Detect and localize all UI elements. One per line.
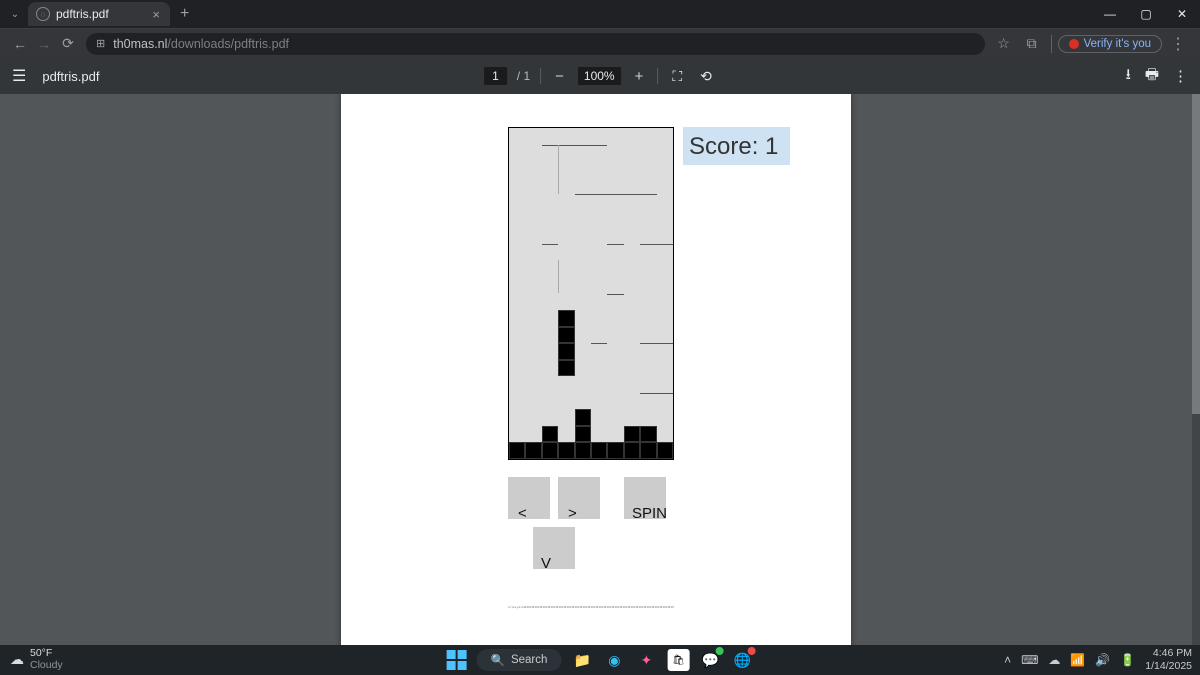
zoom-level[interactable]: 100%	[578, 67, 621, 85]
pdf-sidebar-toggle[interactable]: ☰	[12, 66, 26, 86]
url-path: /downloads/pdftris.pdf	[167, 37, 289, 51]
chrome-icon[interactable]: 🌐	[731, 649, 753, 671]
back-button[interactable]: ←	[8, 36, 32, 52]
date: 1/14/2025	[1145, 660, 1192, 673]
move-right-label: >	[568, 505, 577, 522]
move-down-button[interactable]	[533, 527, 575, 569]
onedrive-icon[interactable]: ☁	[1048, 653, 1060, 667]
pdf-filename: pdftris.pdf	[42, 69, 99, 84]
profile-dot-icon	[1069, 39, 1079, 49]
spin-label: SPIN	[632, 505, 667, 522]
zoom-out-button[interactable]: −	[551, 68, 568, 85]
close-tab-icon[interactable]: ×	[150, 7, 162, 22]
ms-store-icon[interactable]: 🛍	[667, 649, 689, 671]
address-bar[interactable]: ⊞ th0mas.nl/downloads/pdftris.pdf	[86, 33, 985, 55]
window-close-button[interactable]: ✕	[1164, 0, 1200, 28]
browser-menu-button[interactable]: ⋮	[1164, 34, 1192, 54]
copilot-icon[interactable]: ✦	[635, 649, 657, 671]
game-playfield	[508, 127, 674, 460]
keyboard-icon[interactable]: ⌨	[1021, 653, 1038, 667]
tab-list-dropdown[interactable]: ⌄	[6, 9, 24, 20]
site-info-icon[interactable]: ⊞	[96, 37, 105, 50]
score-display: Score: 1	[683, 127, 790, 165]
pdf-viewport[interactable]: Score: 1 < > SPIN V lv:key0isRRRRRRRRRRR…	[0, 94, 1192, 645]
wifi-icon[interactable]: 📶	[1070, 653, 1085, 667]
zoom-in-button[interactable]: +	[631, 68, 648, 85]
pdf-favicon: ◌	[36, 7, 50, 21]
extensions-icon[interactable]: ⧉	[1019, 35, 1045, 52]
browser-tab[interactable]: ◌ pdftris.pdf ×	[28, 2, 170, 26]
bookmark-star-icon[interactable]: ☆	[991, 35, 1017, 52]
page-number-input[interactable]: 1	[484, 67, 507, 85]
edge-icon[interactable]: ◉	[603, 649, 625, 671]
weather-widget[interactable]: ☁ 50°F Cloudy	[0, 648, 63, 671]
file-explorer-icon[interactable]: 📁	[571, 649, 593, 671]
scrollbar-thumb[interactable]	[1192, 94, 1200, 414]
start-button[interactable]	[447, 650, 467, 670]
whatsapp-icon[interactable]: 💬	[699, 649, 721, 671]
fit-page-icon[interactable]: ⛶	[668, 68, 686, 85]
search-placeholder: Search	[511, 654, 547, 666]
tab-title: pdftris.pdf	[56, 7, 150, 21]
new-tab-button[interactable]: +	[170, 5, 199, 23]
print-icon[interactable]: 🖶	[1145, 64, 1159, 89]
pdf-footer-text: lv:key0isRRRRRRRRRRRRRRRRRRRRRRRRRRRRRRR…	[508, 605, 674, 609]
cloud-icon: ☁	[10, 652, 24, 667]
tray-expand-icon[interactable]: ˄	[1004, 653, 1011, 667]
window-minimize-button[interactable]: ―	[1092, 0, 1128, 28]
weather-desc: Cloudy	[30, 660, 63, 672]
reload-button[interactable]: ⟳	[56, 35, 80, 52]
window-maximize-button[interactable]: ▢	[1128, 0, 1164, 28]
move-left-label: <	[518, 505, 527, 522]
pdf-menu-icon[interactable]: ⋮	[1173, 67, 1188, 85]
time: 4:46 PM	[1145, 647, 1192, 660]
forward-button[interactable]: →	[32, 36, 56, 52]
battery-icon[interactable]: 🔋	[1120, 653, 1135, 667]
search-icon: 🔍	[491, 653, 505, 667]
volume-icon[interactable]: 🔊	[1095, 653, 1110, 667]
move-right-button[interactable]	[558, 477, 600, 519]
clock[interactable]: 4:46 PM 1/14/2025	[1145, 647, 1192, 672]
url-host: th0mas.nl	[113, 37, 167, 51]
move-down-label: V	[541, 555, 551, 572]
verify-label: Verify it's you	[1084, 38, 1151, 50]
move-left-button[interactable]	[508, 477, 550, 519]
profile-verify-button[interactable]: Verify it's you	[1058, 35, 1162, 53]
rotate-icon[interactable]: ⟲	[696, 68, 716, 85]
pdf-page: Score: 1 < > SPIN V lv:key0isRRRRRRRRRRR…	[341, 94, 851, 645]
page-total: / 1	[517, 69, 530, 83]
taskbar-search[interactable]: 🔍 Search	[477, 649, 562, 671]
download-icon[interactable]: ⭳	[1126, 64, 1131, 89]
